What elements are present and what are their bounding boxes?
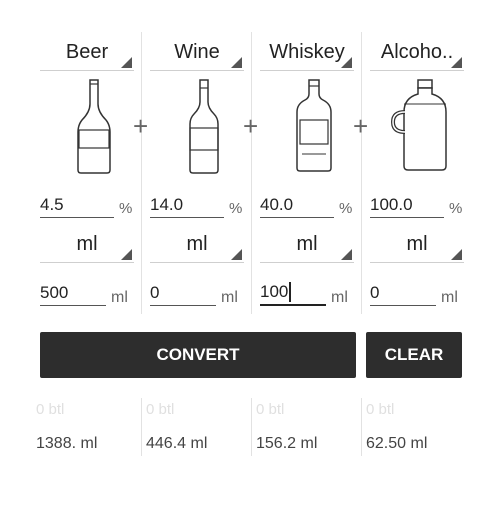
- amount-input[interactable]: 100: [260, 280, 326, 306]
- drink-type-label: Whiskey: [269, 40, 345, 63]
- volume-unit-dropdown[interactable]: ml: [40, 226, 134, 263]
- dropdown-triangle-icon: [121, 249, 132, 260]
- text-cursor: [289, 282, 291, 302]
- abv-value: 4.5: [40, 195, 64, 214]
- amount-unit: ml: [221, 289, 238, 306]
- amount-value: 0: [150, 283, 160, 302]
- percent-unit: %: [339, 200, 353, 217]
- volume-unit-label: ml: [76, 232, 98, 255]
- result-whiskey: 0 btl 156.2 ml: [256, 395, 366, 457]
- dropdown-triangle-icon: [451, 249, 462, 260]
- result-alcohol: 0 btl 62.50 ml: [366, 395, 476, 457]
- amount-input[interactable]: 500: [40, 280, 106, 306]
- beer-bottle-icon: [77, 79, 111, 174]
- amount-unit: ml: [441, 289, 458, 306]
- dropdown-triangle-icon: [121, 57, 132, 68]
- result-bottles: 0 btl: [366, 401, 395, 418]
- percent-unit: %: [229, 200, 243, 217]
- abv-input[interactable]: 100.0: [370, 192, 444, 218]
- abv-value: 100.0: [370, 195, 413, 214]
- volume-unit-dropdown[interactable]: ml: [150, 226, 244, 263]
- result-volume: 1388. ml: [36, 435, 98, 452]
- amount-unit: ml: [111, 289, 128, 306]
- dropdown-triangle-icon: [341, 249, 352, 260]
- result-volume: 62.50 ml: [366, 435, 428, 452]
- drink-column-wine: Wine 14.0 % ml 0 ml: [150, 30, 260, 320]
- abv-value: 14.0: [150, 195, 184, 214]
- volume-unit-label: ml: [186, 232, 208, 255]
- drink-type-dropdown[interactable]: Alcoho..: [370, 34, 464, 71]
- amount-input[interactable]: 0: [150, 280, 216, 306]
- result-volume: 446.4 ml: [146, 435, 208, 452]
- amount-value: 500: [40, 283, 69, 302]
- drink-type-label: Alcoho..: [380, 40, 454, 63]
- drink-column-beer: Beer 4.5 % ml 500 ml: [40, 30, 150, 320]
- clear-button[interactable]: CLEAR: [366, 332, 462, 378]
- drink-type-dropdown[interactable]: Beer: [40, 34, 134, 71]
- volume-unit-label: ml: [406, 232, 428, 255]
- result-beer: 0 btl 1388. ml: [36, 395, 146, 457]
- drink-type-label: Wine: [174, 40, 220, 63]
- dropdown-triangle-icon: [231, 249, 242, 260]
- drink-type-dropdown[interactable]: Whiskey: [260, 34, 354, 71]
- whiskey-bottle-icon: [296, 79, 332, 172]
- abv-value: 40.0: [260, 195, 294, 214]
- result-bottles: 0 btl: [36, 401, 65, 418]
- percent-unit: %: [449, 200, 463, 217]
- dropdown-triangle-icon: [451, 57, 462, 68]
- result-volume: 156.2 ml: [256, 435, 318, 452]
- volume-unit-dropdown[interactable]: ml: [260, 226, 354, 263]
- result-bottles: 0 btl: [256, 401, 285, 418]
- dropdown-triangle-icon: [341, 57, 352, 68]
- drink-type-label: Beer: [65, 40, 109, 63]
- wine-bottle-icon: [189, 79, 219, 174]
- result-wine: 0 btl 446.4 ml: [146, 395, 256, 457]
- percent-unit: %: [119, 200, 133, 217]
- amount-value: 100: [260, 282, 289, 301]
- abv-input[interactable]: 40.0: [260, 192, 334, 218]
- drink-column-whiskey: Whiskey 40.0 % ml 100 ml: [260, 30, 370, 320]
- result-bottles: 0 btl: [146, 401, 175, 418]
- amount-input[interactable]: 0: [370, 280, 436, 306]
- drink-column-alcohol: Alcoho.. 100.0 % ml 0 ml: [370, 30, 480, 320]
- abv-input[interactable]: 14.0: [150, 192, 224, 218]
- amount-value: 0: [370, 283, 380, 302]
- drink-type-dropdown[interactable]: Wine: [150, 34, 244, 71]
- volume-unit-dropdown[interactable]: ml: [370, 226, 464, 263]
- amount-unit: ml: [331, 289, 348, 306]
- alcohol-jug-icon: [390, 79, 447, 171]
- convert-button[interactable]: CONVERT: [40, 332, 356, 378]
- dropdown-triangle-icon: [231, 57, 242, 68]
- abv-input[interactable]: 4.5: [40, 192, 114, 218]
- volume-unit-label: ml: [296, 232, 318, 255]
